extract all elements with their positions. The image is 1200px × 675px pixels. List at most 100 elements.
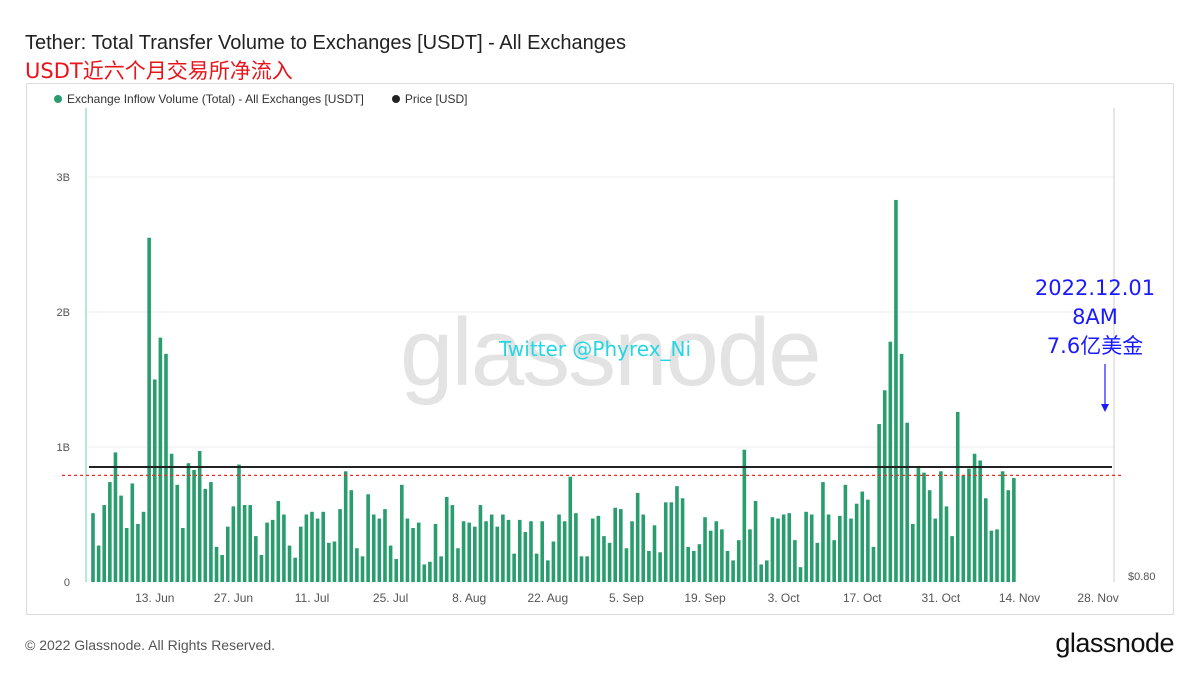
bar xyxy=(967,468,971,582)
bar xyxy=(809,514,814,582)
bar xyxy=(748,529,752,582)
bar xyxy=(804,511,808,582)
bar xyxy=(102,505,107,582)
x-tick-label: 11. Jul xyxy=(295,591,329,605)
bar xyxy=(242,505,247,582)
bar xyxy=(265,522,269,582)
x-tick-label: 19. Sep xyxy=(684,591,726,605)
bar xyxy=(933,518,938,582)
bar xyxy=(815,542,820,582)
y-right-tick-label: $0.80 xyxy=(1128,571,1156,583)
bar xyxy=(254,536,258,582)
bar xyxy=(793,540,797,582)
bar xyxy=(371,514,376,582)
bar xyxy=(304,514,309,582)
bar xyxy=(635,492,640,582)
bar xyxy=(647,550,651,582)
annotation-arrow-head xyxy=(1101,404,1109,412)
bar xyxy=(714,521,719,582)
bar xyxy=(501,514,505,582)
bar xyxy=(523,532,528,582)
bar xyxy=(854,503,859,582)
bar xyxy=(91,513,95,582)
bar xyxy=(590,518,595,582)
bar xyxy=(821,482,825,582)
bar xyxy=(298,526,303,582)
bar xyxy=(209,482,213,582)
bar xyxy=(742,449,747,582)
bar xyxy=(141,511,146,582)
x-tick-label: 28. Nov xyxy=(1077,591,1118,605)
bar xyxy=(388,545,393,582)
bar xyxy=(338,509,342,582)
bar xyxy=(725,550,730,582)
bar xyxy=(978,460,982,582)
bar xyxy=(108,482,112,582)
bar xyxy=(377,518,382,582)
x-tick-label: 27. Jun xyxy=(214,591,253,605)
bar xyxy=(927,490,932,582)
bar xyxy=(540,521,544,582)
bar xyxy=(119,495,123,582)
bar xyxy=(630,521,634,582)
brand-logo[interactable]: glassnode xyxy=(1055,628,1174,659)
bar xyxy=(641,514,646,582)
bar xyxy=(405,518,410,582)
bar xyxy=(602,536,606,582)
y-tick-label: 2B xyxy=(57,307,70,319)
bar xyxy=(961,475,966,582)
bar xyxy=(237,464,241,582)
annotation-amount: 7.6亿美金 xyxy=(1046,334,1144,358)
bar xyxy=(546,560,550,582)
bar xyxy=(130,483,135,582)
bar xyxy=(866,499,870,582)
bar xyxy=(293,557,297,582)
bar xyxy=(484,521,488,582)
bar xyxy=(703,517,707,582)
bar xyxy=(922,472,926,582)
bar xyxy=(428,561,432,582)
bar xyxy=(736,540,741,582)
bar xyxy=(1006,490,1011,582)
bar xyxy=(366,494,370,582)
annotation-time: 8AM xyxy=(1072,305,1118,329)
bar xyxy=(568,476,573,582)
bar xyxy=(473,526,477,582)
bar xyxy=(894,199,898,582)
bar xyxy=(169,453,174,582)
bar xyxy=(888,341,893,582)
bar xyxy=(708,530,713,582)
bar xyxy=(613,507,617,582)
bar xyxy=(989,530,994,582)
copyright: © 2022 Glassnode. All Rights Reserved. xyxy=(25,637,276,653)
bar xyxy=(147,237,151,582)
bar xyxy=(225,526,230,582)
bar xyxy=(652,525,657,582)
x-tick-label: 17. Oct xyxy=(843,591,882,605)
bar xyxy=(231,506,236,582)
bar xyxy=(489,514,494,582)
bar xyxy=(658,552,662,582)
bars-group xyxy=(91,199,1016,582)
bar xyxy=(124,528,129,582)
bar xyxy=(360,556,365,582)
bar xyxy=(411,528,415,582)
bar xyxy=(905,422,909,582)
bar xyxy=(270,519,275,582)
bar xyxy=(394,559,399,582)
bar xyxy=(1000,471,1005,582)
bar xyxy=(838,515,842,582)
bar xyxy=(759,564,763,582)
bar xyxy=(181,528,185,582)
bar xyxy=(619,509,623,582)
bar xyxy=(310,511,314,582)
bar xyxy=(596,515,601,582)
bar xyxy=(220,555,224,582)
bar xyxy=(669,502,674,582)
bar xyxy=(456,548,460,582)
bar xyxy=(607,542,612,582)
bar xyxy=(849,518,853,582)
bar xyxy=(939,471,943,582)
bar xyxy=(770,517,775,582)
bar xyxy=(461,521,466,582)
